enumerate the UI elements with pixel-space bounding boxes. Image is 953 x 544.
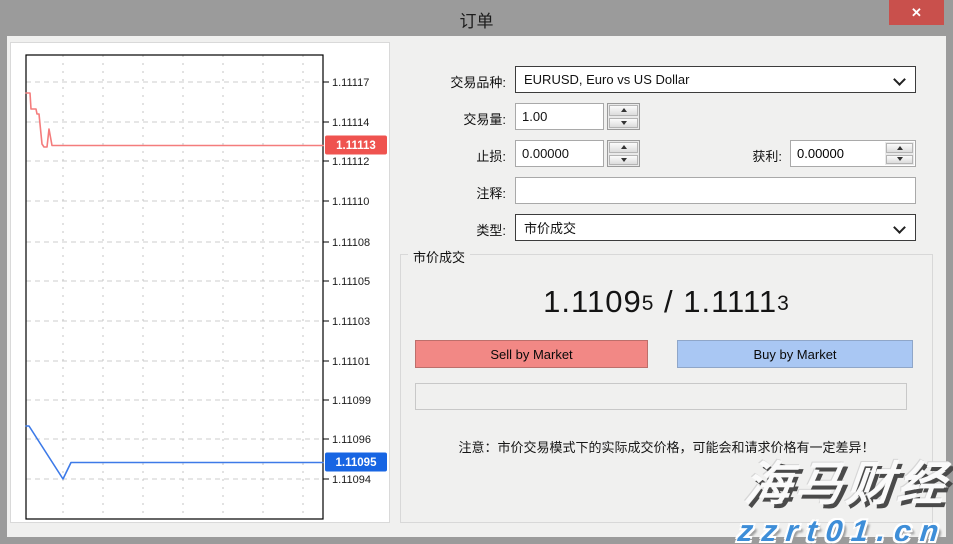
chevron-down-icon (893, 73, 906, 86)
svg-text:1.11099: 1.11099 (332, 395, 371, 407)
stop-loss-step-up[interactable] (609, 142, 638, 153)
svg-text:1.11103: 1.11103 (332, 316, 370, 328)
symbol-value: EURUSD, Euro vs US Dollar (524, 72, 689, 87)
arrow-down-icon (621, 158, 627, 162)
svg-text:1.11095: 1.11095 (336, 457, 378, 469)
dialog-title: 订单 (0, 7, 953, 32)
price-separator: / (654, 284, 683, 319)
take-profit-step-down[interactable] (886, 155, 913, 165)
close-button[interactable]: ✕ (889, 0, 944, 25)
arrow-up-icon (897, 146, 903, 150)
volume-input[interactable] (515, 103, 604, 130)
symbol-label: 交易品种: (396, 72, 506, 91)
bid-price-pip: 5 (642, 292, 655, 315)
svg-text:1.11096: 1.11096 (332, 434, 371, 446)
stop-loss-step-down[interactable] (609, 155, 638, 166)
arrow-down-icon (897, 157, 903, 161)
volume-label: 交易量: (396, 109, 506, 128)
take-profit-input[interactable] (791, 141, 881, 166)
take-profit-label: 获利: (672, 146, 782, 165)
symbol-select[interactable]: EURUSD, Euro vs US Dollar (515, 66, 916, 93)
comment-label: 注释: (396, 183, 506, 202)
quote-display: 1.11095 / 1.11113 (400, 284, 933, 320)
take-profit-field (790, 140, 916, 167)
svg-text:1.11113: 1.11113 (336, 140, 376, 152)
type-label: 类型: (396, 220, 506, 239)
watermark-site: zzrt01.cn (736, 515, 949, 544)
sell-button-label: Sell by Market (490, 347, 572, 362)
ask-price-pip: 3 (777, 292, 790, 315)
arrow-up-icon (621, 145, 627, 149)
order-type-value: 市价成交 (524, 218, 576, 237)
chevron-down-icon (893, 221, 906, 234)
title-bar: 订单 ✕ (0, 0, 953, 32)
watermark-brand: 海马财经 (741, 445, 952, 514)
volume-step-up[interactable] (609, 105, 638, 116)
market-execution-legend: 市价成交 (408, 247, 470, 266)
svg-text:1.11117: 1.11117 (332, 77, 369, 89)
order-type-select[interactable]: 市价成交 (515, 214, 916, 241)
arrow-down-icon (621, 121, 627, 125)
take-profit-stepper (885, 142, 914, 165)
svg-text:1.11110: 1.11110 (332, 196, 369, 208)
order-dialog: 订单 ✕ 1.11117 1.11114 1.11112 1.11110 1.11108… (0, 0, 953, 544)
svg-text:1.11094: 1.11094 (332, 474, 371, 486)
svg-text:1.11112: 1.11112 (332, 156, 369, 168)
volume-step-down[interactable] (609, 118, 638, 129)
buy-button-label: Buy by Market (753, 347, 836, 362)
bid-price: 1.1109 (543, 284, 642, 319)
svg-text:1.11114: 1.11114 (332, 117, 369, 129)
comment-input[interactable] (515, 177, 916, 204)
tick-chart-svg: 1.11117 1.11114 1.11112 1.11110 1.11108 1.111… (11, 43, 389, 522)
stop-loss-input[interactable] (515, 140, 604, 167)
close-icon: ✕ (911, 5, 922, 21)
ask-price: 1.1111 (683, 284, 777, 319)
stop-loss-label: 止损: (396, 146, 506, 165)
svg-text:1.11108: 1.11108 (332, 237, 370, 249)
arrow-up-icon (621, 108, 627, 112)
sell-button[interactable]: Sell by Market (415, 340, 648, 368)
take-profit-step-up[interactable] (886, 143, 913, 153)
tick-chart: 1.11117 1.11114 1.11112 1.11110 1.11108 1.111… (10, 42, 390, 523)
volume-stepper (607, 103, 640, 130)
stop-loss-stepper (607, 140, 640, 167)
svg-text:1.11105: 1.11105 (332, 276, 370, 288)
order-status-box (415, 383, 907, 410)
svg-text:1.11101: 1.11101 (332, 356, 370, 368)
buy-button[interactable]: Buy by Market (677, 340, 913, 368)
